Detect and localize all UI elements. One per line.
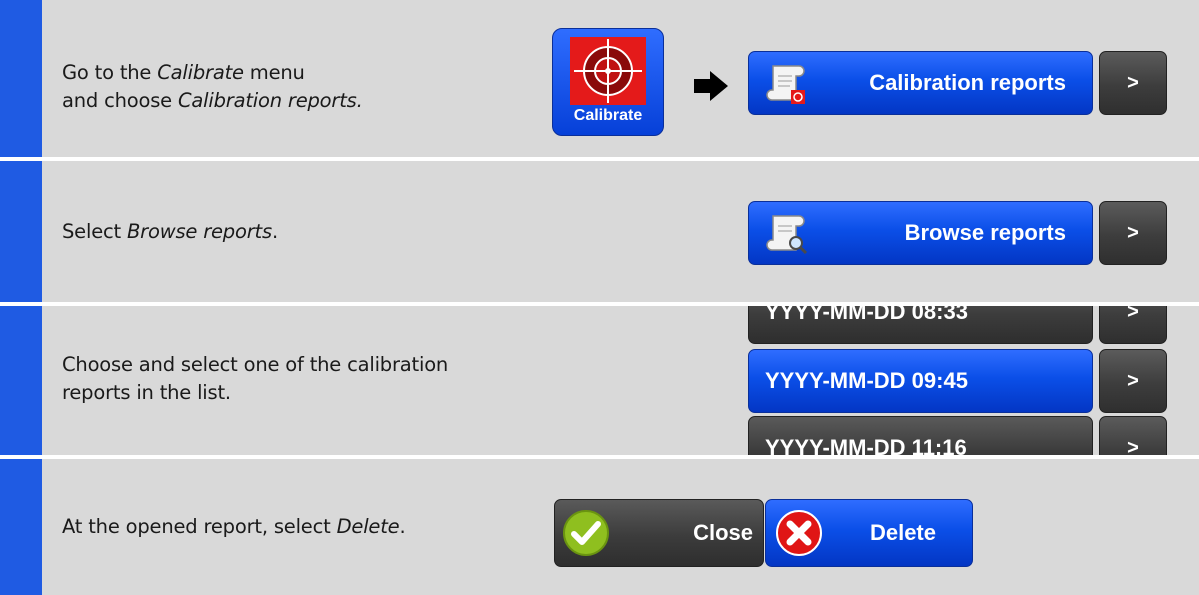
step-4-instruction: At the opened report, select Delete. <box>62 515 406 538</box>
report-document-icon <box>766 65 805 104</box>
step-accent-bar <box>0 0 42 157</box>
step-accent-bar <box>0 459 42 595</box>
browse-reports-arrow-button[interactable]: > <box>1099 201 1167 265</box>
step-2: Select Browse reports. Browse reports > <box>0 161 1199 302</box>
step-1-instruction: Go to the Calibrate menu and choose Cali… <box>62 61 363 112</box>
report-list-item[interactable]: YYYY-MM-DD 08:33 <box>748 306 1093 344</box>
calibrate-menu-tile[interactable]: Calibrate <box>552 28 664 136</box>
report-arrow-button[interactable]: > <box>1099 416 1167 455</box>
calibration-reports-label: Calibration reports <box>869 70 1066 95</box>
step-accent-bar <box>0 161 42 302</box>
browse-reports-button[interactable]: Browse reports <box>748 201 1093 265</box>
browse-reports-label: Browse reports <box>904 220 1066 245</box>
calibration-reports-button[interactable]: Calibration reports <box>748 51 1093 115</box>
step-3: Choose and select one of the calibration… <box>0 306 1199 455</box>
calibrate-tile-label: Calibrate <box>573 107 643 124</box>
calibration-reports-arrow-button[interactable]: > <box>1099 51 1167 115</box>
report-list-item-selected[interactable]: YYYY-MM-DD 09:45 <box>748 349 1093 413</box>
target-icon <box>570 37 646 105</box>
step-3-instruction: Choose and select one of the calibration… <box>62 353 449 404</box>
step-1: Go to the Calibrate menu and choose Cali… <box>0 0 1199 157</box>
right-arrow-icon <box>694 71 728 101</box>
step-2-instruction: Select Browse reports. <box>62 220 278 243</box>
step-4: At the opened report, select Delete. Clo… <box>0 459 1199 595</box>
delete-label: Delete <box>869 520 936 545</box>
browse-document-icon <box>766 215 808 255</box>
check-icon <box>563 510 609 556</box>
delete-button[interactable]: Delete <box>765 499 973 567</box>
step-accent-bar <box>0 306 42 455</box>
close-label: Close <box>693 520 753 545</box>
close-button[interactable]: Close <box>554 499 764 567</box>
report-arrow-button[interactable]: > <box>1099 306 1167 344</box>
report-list-item[interactable]: YYYY-MM-DD 11:16 <box>748 416 1093 455</box>
report-list[interactable]: YYYY-MM-DD 08:33 > YYYY-MM-DD 09:45 > YY… <box>740 306 1180 455</box>
report-arrow-button[interactable]: > <box>1099 349 1167 413</box>
x-icon <box>776 510 822 556</box>
